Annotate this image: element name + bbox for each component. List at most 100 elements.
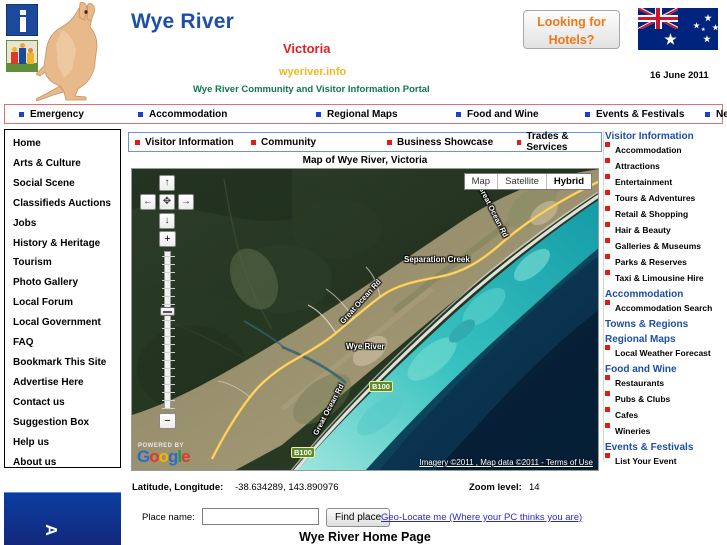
- zoom-out-button[interactable]: −: [159, 413, 176, 429]
- left-sidebar: Home Arts & Culture Social Scene Classified…: [4, 129, 121, 468]
- state-subtitle: Victoria: [283, 41, 331, 56]
- zoom-tick: [162, 288, 175, 289]
- sidebar-group-heading[interactable]: Events & Festivals: [605, 442, 727, 453]
- sidebar-item-contact-us[interactable]: Contact us: [13, 393, 120, 413]
- subnav-item-business-showcase[interactable]: Business Showcase: [387, 137, 493, 148]
- sidebar-link-wineries[interactable]: Wineries: [605, 423, 727, 436]
- sidebar-item-arts-culture[interactable]: Arts & Culture: [13, 154, 120, 174]
- sidebar-item-classifieds-auctions[interactable]: Classifieds Auctions: [13, 194, 120, 214]
- sidebar-item-local-government[interactable]: Local Government: [13, 313, 120, 333]
- information-icon[interactable]: [6, 4, 38, 36]
- home-page-heading: Wye River Home Page: [299, 530, 431, 544]
- pan-right-icon[interactable]: →: [178, 194, 194, 210]
- sidebar-link-galleries-museums[interactable]: Galleries & Museums: [605, 238, 727, 251]
- commonwealth-star-icon: [664, 33, 677, 45]
- union-jack: [638, 8, 678, 29]
- zoom-in-button[interactable]: +: [159, 231, 176, 247]
- sidebar-item-social-scene[interactable]: Social Scene: [13, 174, 120, 194]
- google-map[interactable]: Separation Creek Wye River Great Ocean R…: [131, 168, 599, 471]
- hotels-button-line2: Hotels?: [548, 33, 595, 47]
- sidebar-link-attractions[interactable]: Attractions: [605, 158, 727, 171]
- bullet-icon: [135, 139, 140, 145]
- pan-center-icon[interactable]: ✥: [159, 194, 175, 210]
- sidebar-item-suggestion-box[interactable]: Suggestion Box: [13, 413, 120, 433]
- sidebar-item-home[interactable]: Home: [13, 134, 120, 154]
- sidebar-item-advertise-here[interactable]: Advertise Here: [13, 373, 120, 393]
- sidebar-group-heading[interactable]: Visitor Information: [605, 131, 727, 142]
- sidebar-link-pubs-clubs[interactable]: Pubs & Clubs: [605, 391, 727, 404]
- sidebar-item-tourism[interactable]: Tourism: [13, 253, 120, 273]
- sidebar-item-photo-gallery[interactable]: Photo Gallery: [13, 273, 120, 293]
- sidebar-item-local-forum[interactable]: Local Forum: [13, 293, 120, 313]
- subnav-item-community[interactable]: Community: [251, 137, 316, 148]
- zoom-tick: [162, 264, 175, 265]
- topnav-item-news[interactable]: News: [705, 109, 727, 120]
- sidebar-group-heading[interactable]: Towns & Regions: [605, 319, 727, 330]
- sidebar-item-jobs[interactable]: Jobs: [13, 214, 120, 234]
- sidebar-link-cafes[interactable]: Cafes: [605, 407, 727, 420]
- zoom-slider-thumb[interactable]: [160, 307, 175, 316]
- map-type-hybrid[interactable]: Hybrid: [546, 174, 591, 189]
- sidebar-group-heading[interactable]: Accommodation: [605, 289, 727, 300]
- pan-down-icon[interactable]: ↓: [159, 213, 175, 229]
- bullet-icon: [605, 270, 610, 275]
- topnav-item-emergency[interactable]: Emergency: [19, 109, 84, 120]
- place-search-row: Place name: Find place Geo-Locate me (Wh…: [128, 508, 602, 528]
- bullet-icon: [585, 111, 590, 117]
- sidebar-group-accommodation: Accommodation Accommodation Search: [605, 289, 727, 313]
- zoom-tick: [162, 328, 175, 329]
- topnav-item-events-festivals[interactable]: Events & Festivals: [585, 109, 684, 120]
- sidebar-link-hair-beauty[interactable]: Hair & Beauty: [605, 222, 727, 235]
- google-logo: Google: [137, 447, 191, 466]
- place-name-input[interactable]: [202, 508, 319, 525]
- left-sidebar-banner[interactable]: A: [4, 492, 121, 545]
- bullet-icon: [705, 111, 710, 117]
- sidebar-link-accommodation-search[interactable]: Accommodation Search: [605, 300, 727, 313]
- pan-up-icon[interactable]: ↑: [159, 175, 175, 191]
- subnav-item-label: Business Showcase: [397, 136, 494, 148]
- sidebar-group-regional-maps: Regional Maps Local Weather Forecast: [605, 334, 727, 358]
- geo-locate-link[interactable]: Geo-Locate me (Where your PC thinks you …: [381, 512, 582, 523]
- sidebar-item-help-us[interactable]: Help us: [13, 433, 120, 453]
- topnav-item-accommodation[interactable]: Accommodation: [138, 109, 227, 120]
- right-sidebar: Visitor Information Accommodation Attracti…: [605, 131, 727, 545]
- topnav-item-regional-maps[interactable]: Regional Maps: [316, 109, 398, 120]
- map-type-satellite[interactable]: Satellite: [498, 174, 547, 189]
- zoom-tick: [162, 360, 175, 361]
- zoom-slider-track[interactable]: [162, 251, 175, 409]
- sidebar-item-about-us[interactable]: About us: [13, 453, 120, 473]
- bullet-icon: [19, 111, 24, 117]
- zoom-tick: [162, 336, 175, 337]
- bullet-icon: [605, 254, 610, 259]
- sidebar-link-local-weather-forecast[interactable]: Local Weather Forecast: [605, 345, 727, 358]
- map-type-map[interactable]: Map: [464, 174, 499, 189]
- sidebar-link-retail-shopping[interactable]: Retail & Shopping: [605, 206, 727, 219]
- sidebar-item-bookmark-this-site[interactable]: Bookmark This Site: [13, 353, 120, 373]
- topnav-item-food-and-wine[interactable]: Food and Wine: [456, 109, 539, 120]
- sidebar-link-restaurants[interactable]: Restaurants: [605, 375, 727, 388]
- sidebar-link-accommodation[interactable]: Accommodation: [605, 142, 727, 155]
- map-attribution[interactable]: Imagery ©2011 , Map data ©2011 - Terms o…: [419, 458, 593, 467]
- sidebar-group-heading[interactable]: Food and Wine: [605, 364, 727, 375]
- sidebar-group-events-festivals: Events & Festivals List Your Event: [605, 442, 727, 466]
- sidebar-link-taxi-limousine-hire[interactable]: Taxi & Limousine Hire: [605, 270, 727, 283]
- zoom-tick: [162, 376, 175, 377]
- community-icon[interactable]: [6, 40, 38, 72]
- sidebar-link-list-your-event[interactable]: List Your Event: [605, 453, 727, 466]
- right-sidebar-divider: [603, 131, 604, 461]
- subnav-item-trades-services[interactable]: Trades & Services: [517, 131, 601, 153]
- sidebar-link-tours-adventures[interactable]: Tours & Adventures: [605, 190, 727, 203]
- subnav-item-visitor-information[interactable]: Visitor Information: [135, 137, 234, 148]
- sidebar-item-faq[interactable]: FAQ: [13, 333, 120, 353]
- looking-for-hotels-button[interactable]: Looking for Hotels?: [523, 10, 620, 49]
- sidebar-group-heading[interactable]: Regional Maps: [605, 334, 727, 345]
- bullet-icon: [517, 139, 522, 145]
- sidebar-link-entertainment[interactable]: Entertainment: [605, 174, 727, 187]
- sidebar-item-history-heritage[interactable]: History & Heritage: [13, 234, 120, 254]
- bullet-icon: [316, 111, 321, 117]
- portal-tagline: Wye River Community and Visitor Informat…: [193, 84, 430, 95]
- sidebar-link-parks-reserves[interactable]: Parks & Reserves: [605, 254, 727, 267]
- pan-left-icon[interactable]: ←: [140, 194, 156, 210]
- bullet-icon: [605, 222, 610, 227]
- domain-name: wyeriver.info: [279, 66, 347, 78]
